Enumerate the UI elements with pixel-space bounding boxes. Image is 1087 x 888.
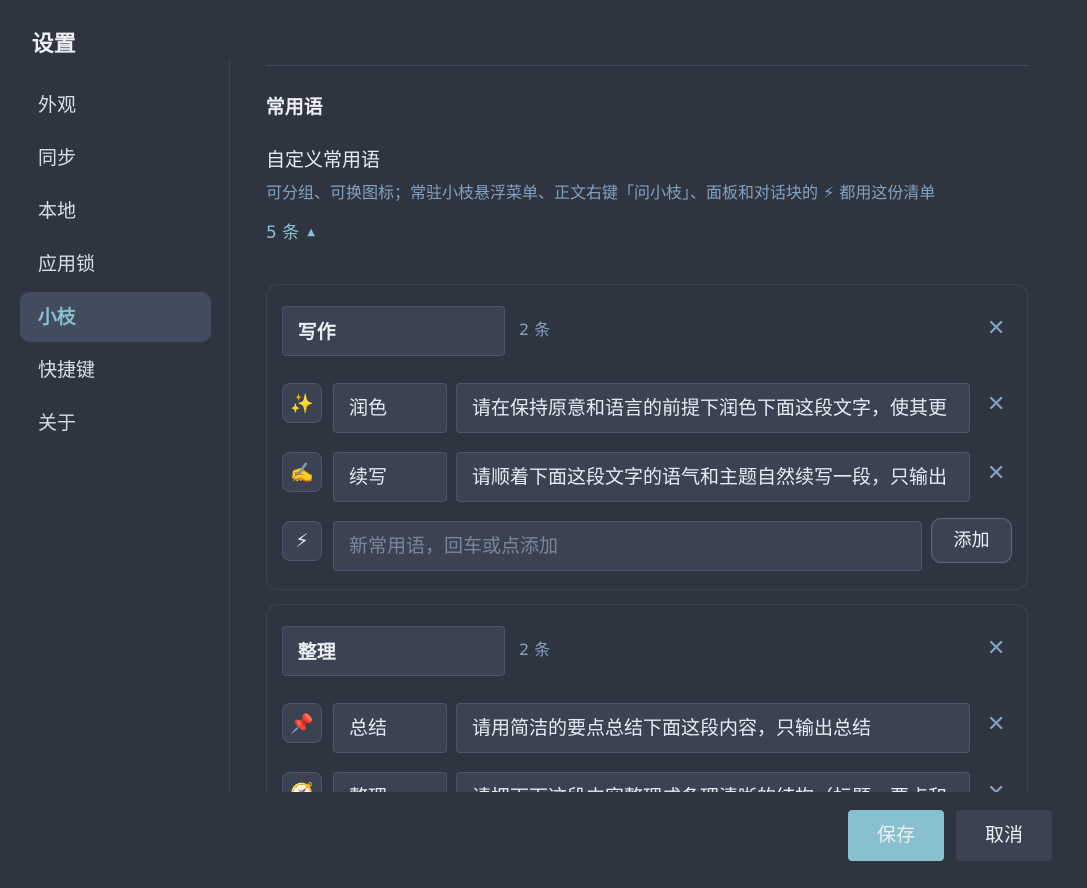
phrase-count-toggle[interactable]: 5 条 ▲ [266,218,315,243]
cancel-button[interactable]: 取消 [956,810,1052,861]
collapse-arrow-icon: ▲ [307,227,315,238]
phrase-icon-button[interactable]: ✍️ [282,452,322,492]
section-divider [266,65,1028,66]
lightning-icon: ⚡ [295,530,309,552]
group-name-input[interactable]: 整理 [282,626,505,676]
phrase-name-input[interactable]: 总结 [333,703,447,753]
sparkles-icon: ✨ [290,392,314,415]
settings-dialog: 设置 外观 同步 本地 应用锁 小枝 快捷键 关于 常用语 自定义常用语 可分组… [0,0,1087,888]
writing-hand-icon: ✍️ [290,461,314,484]
phrase-prompt-input[interactable]: 请用简洁的要点总结下面这段内容，只输出总结 [456,703,970,753]
delete-phrase-button[interactable]: ✕ [987,463,1005,485]
dialog-title: 设置 [32,32,77,57]
phrase-name-input[interactable]: 续写 [333,452,447,502]
save-button[interactable]: 保存 [848,810,944,861]
sidebar-item-about[interactable]: 关于 [20,398,211,448]
add-phrase-button[interactable]: 添加 [931,518,1012,563]
phrase-count-label: 5 条 [266,223,300,243]
section-title: 常用语 [266,96,324,118]
compass-icon: 🧭 [290,781,314,793]
phrase-icon-button[interactable]: ✨ [282,383,322,423]
sidebar-item-xiaozhi[interactable]: 小枝 [20,292,211,342]
new-phrase-icon-button[interactable]: ⚡ [282,521,322,561]
delete-group-button[interactable]: ✕ [987,638,1005,660]
sidebar-item-shortcuts[interactable]: 快捷键 [20,345,211,395]
group-name-input[interactable]: 写作 [282,306,505,356]
delete-group-button[interactable]: ✕ [987,318,1005,340]
phrase-icon-button[interactable]: 📌 [282,703,322,743]
sidebar-item-local[interactable]: 本地 [20,186,211,236]
delete-phrase-button[interactable]: ✕ [987,783,1005,793]
phrase-prompt-input[interactable]: 请在保持原意和语言的前提下润色下面这段文字，使其更 [456,383,970,433]
phrase-prompt-input[interactable]: 请顺着下面这段文字的语气和主题自然续写一段，只输出 [456,452,970,502]
sidebar-item-appearance[interactable]: 外观 [20,80,211,130]
delete-phrase-button[interactable]: ✕ [987,394,1005,416]
custom-phrases-description: 可分组、可换图标；常驻小枝悬浮菜单、正文右键「问小枝」、面板和对话块的 ⚡ 都用… [266,183,936,202]
phrase-prompt-input[interactable]: 请把下面这段内容整理成条理清晰的结构（标题、要点和 [456,772,970,792]
settings-content-scroll-area[interactable]: 常用语 自定义常用语 可分组、可换图标；常驻小枝悬浮菜单、正文右键「问小枝」、面… [230,0,1087,792]
phrase-name-input[interactable]: 整理 [333,772,447,792]
delete-phrase-button[interactable]: ✕ [987,714,1005,736]
new-phrase-input[interactable]: 新常用语，回车或点添加 [333,521,922,571]
phrase-icon-button[interactable]: 🧭 [282,772,322,792]
pushpin-icon: 📌 [290,712,314,735]
settings-sidebar: 外观 同步 本地 应用锁 小枝 快捷键 关于 [20,80,211,451]
phrase-name-input[interactable]: 润色 [333,383,447,433]
sidebar-item-app-lock[interactable]: 应用锁 [20,239,211,289]
group-count: 2 条 [519,640,551,659]
phrase-group-organize: 整理 2 条 ✕ 📌 总结 请用简洁的要点总结下面这段内容，只输出总结 ✕ 🧭 … [266,604,1028,792]
custom-phrases-title: 自定义常用语 [266,149,381,171]
phrase-group-writing: 写作 2 条 ✕ ✨ 润色 请在保持原意和语言的前提下润色下面这段文字，使其更 … [266,284,1028,590]
sidebar-item-sync[interactable]: 同步 [20,133,211,183]
group-count: 2 条 [519,320,551,339]
